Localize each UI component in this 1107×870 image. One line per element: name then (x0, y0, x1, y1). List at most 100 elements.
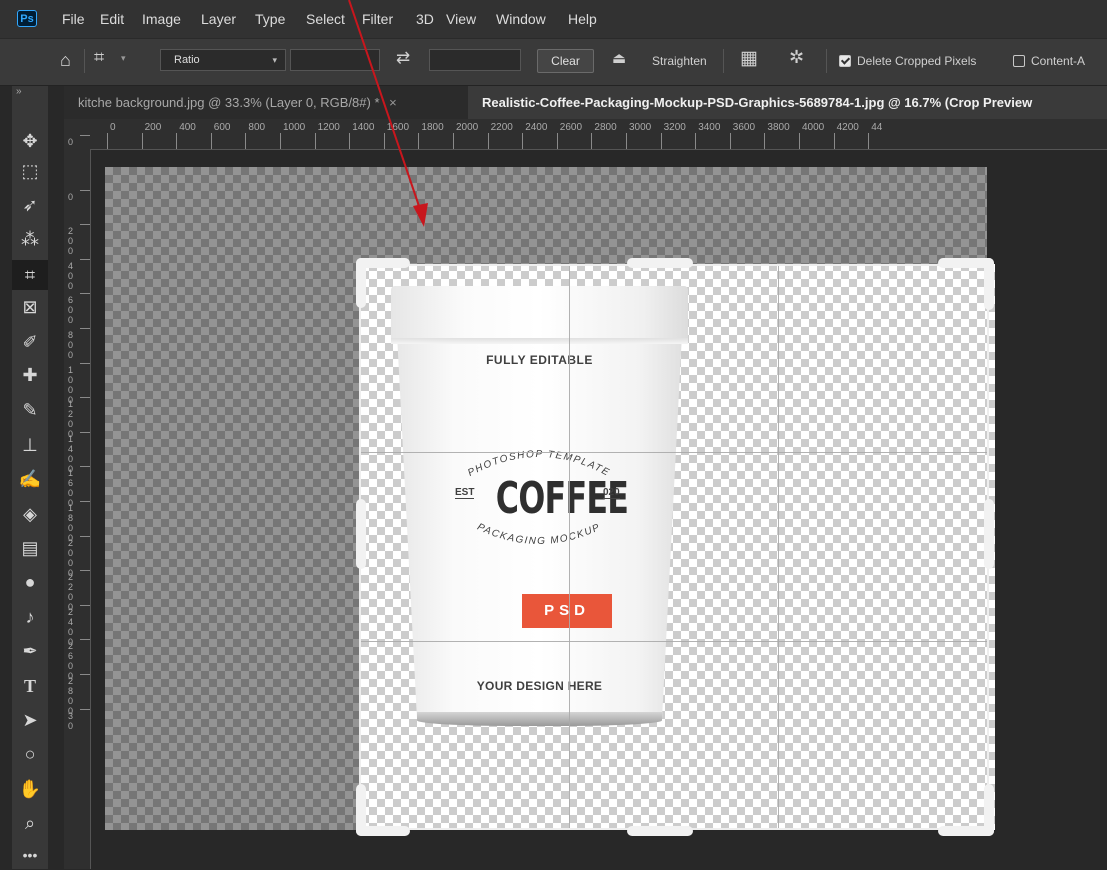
horizontal-ruler: 0 200 400 600 800 1000 1200 1400 1600 1800 2000 220… (64, 119, 1107, 150)
width-field[interactable] (290, 49, 380, 71)
menu-file[interactable]: File (62, 0, 85, 38)
hand-tool-icon[interactable]: ✋ (12, 774, 48, 804)
ruler-tick-label: 2000 (456, 122, 479, 133)
history-brush-tool-icon[interactable]: ✍ (12, 464, 48, 494)
chevron-down-icon[interactable]: ▾ (121, 53, 126, 64)
ratio-dropdown[interactable]: Ratio ▾ (160, 49, 286, 71)
content-aware-checkbox[interactable] (1013, 55, 1025, 67)
delete-cropped-label[interactable]: Delete Cropped Pixels (857, 49, 976, 73)
close-icon[interactable]: × (389, 95, 397, 110)
home-icon[interactable]: ⌂ (60, 50, 71, 71)
ruler-tick-label: 0 (110, 122, 116, 133)
menu-layer[interactable]: Layer (201, 0, 236, 38)
ellipse-tool-icon[interactable]: ○ (12, 739, 48, 769)
lasso-tool-icon[interactable]: ➶ (12, 190, 48, 220)
divider (723, 49, 724, 73)
dodge-tool-icon[interactable]: ♪ (12, 602, 48, 632)
eraser-tool-icon[interactable]: ◈ (12, 499, 48, 529)
divider (826, 49, 827, 73)
tab-kitchen-background[interactable]: kitche background.jpg @ 33.3% (Layer 0, … (64, 86, 472, 119)
clone-stamp-tool-icon[interactable]: ⊥ (12, 430, 48, 460)
ruler-tick (80, 189, 90, 191)
crop-tool-icon[interactable]: ⌗ (12, 260, 48, 290)
crop-handle-top-right[interactable] (984, 258, 994, 310)
crop-tool-preset-icon[interactable]: ⌗ (94, 47, 104, 68)
ruler-tick-label: 0 (68, 137, 74, 147)
move-tool-icon[interactable]: ✥ (12, 126, 48, 156)
pen-tool-icon[interactable]: ✒ (12, 636, 48, 666)
ruler-tick-label: 44 (871, 122, 883, 133)
clear-button[interactable]: Clear (537, 49, 594, 73)
straighten-label[interactable]: Straighten (652, 49, 707, 73)
ruler-tick (453, 133, 454, 149)
ruler-tick (80, 501, 90, 502)
crop-handle-bottom-right[interactable] (984, 784, 994, 836)
crop-grid-line (569, 266, 570, 828)
height-field[interactable] (429, 49, 521, 71)
ruler-tick-label: 400 (68, 260, 74, 291)
crop-shield-top (105, 167, 987, 264)
ruler-tick-label: 600 (213, 122, 231, 133)
path-selection-tool-icon[interactable]: ➤ (12, 705, 48, 735)
zoom-tool-icon[interactable]: ⌕ (12, 808, 48, 838)
ruler-tick-label: 0 (68, 191, 74, 202)
ruler-tick (80, 293, 90, 295)
eyedropper-tool-icon[interactable]: ✐ (12, 327, 48, 357)
ruler-tick (626, 133, 627, 149)
gear-icon[interactable]: ✲ (789, 47, 804, 68)
frame-tool-icon[interactable]: ⊠ (12, 292, 48, 322)
marquee-tool-icon[interactable]: ⬚ (12, 156, 48, 186)
crop-handle-left[interactable] (356, 499, 366, 569)
menu-3d[interactable]: 3D (416, 0, 434, 38)
menu-help[interactable]: Help (568, 0, 597, 38)
brush-tool-icon[interactable]: ✎ (12, 395, 48, 425)
healing-brush-tool-icon[interactable]: ✚ (12, 360, 48, 390)
straighten-icon[interactable]: ⏏ (612, 49, 626, 67)
content-aware-label[interactable]: Content-A (1031, 49, 1085, 73)
ruler-tick (695, 133, 697, 149)
ruler-tick (591, 133, 593, 149)
crop-handle-right[interactable] (984, 499, 994, 569)
ruler-tick (80, 674, 90, 675)
ruler-tick (80, 397, 90, 399)
menu-filter[interactable]: Filter (362, 0, 393, 38)
menu-window[interactable]: Window (496, 0, 546, 38)
ruler-tick-label: 2400 (525, 122, 548, 133)
ruler-tick-label: 1600 (386, 122, 410, 133)
overlay-grid-icon[interactable]: ▦ (740, 47, 758, 70)
more-tools-icon[interactable]: ••• (12, 840, 48, 870)
type-tool-icon[interactable]: T (12, 671, 48, 701)
menu-select[interactable]: Select (306, 0, 345, 38)
ruler-tick-label: 2200 (490, 122, 513, 133)
crop-handle-bottom[interactable] (627, 826, 693, 836)
divider (84, 49, 85, 73)
gradient-tool-icon[interactable]: ▤ (12, 533, 48, 563)
crop-frame[interactable] (359, 264, 989, 830)
blur-tool-icon[interactable]: ● (12, 567, 48, 597)
menu-edit[interactable]: Edit (100, 0, 124, 38)
menu-type[interactable]: Type (255, 0, 285, 38)
ruler-tick (80, 362, 90, 364)
ruler-tick-label: 400 (179, 122, 196, 133)
crop-handle-top[interactable] (627, 258, 693, 268)
crop-handle-bottom-left[interactable] (356, 826, 410, 836)
vertical-ruler: 0 0 200 400 600 800 1000 1200 1400 1600 1800 2000 22… (64, 135, 91, 869)
ruler-tick-label: 1800 (421, 122, 444, 133)
menu-view[interactable]: View (446, 0, 476, 38)
menu-image[interactable]: Image (142, 0, 181, 38)
crop-grid-line (778, 266, 779, 828)
ruler-tick (556, 133, 558, 149)
tab-coffee-mockup[interactable]: Realistic-Coffee-Packaging-Mockup-PSD-Gr… (468, 86, 1107, 119)
magic-wand-tool-icon[interactable]: ⁂ (12, 224, 48, 254)
ruler-tick (80, 639, 90, 641)
document-tabs: kitche background.jpg @ 33.3% (Layer 0, … (64, 86, 1107, 119)
ruler-tick (80, 431, 90, 433)
panel-collapse-icon[interactable]: » (12, 86, 48, 102)
crop-grid-line (361, 641, 987, 642)
ruler-tick-label: 4000 (802, 122, 825, 133)
crop-handle-top-left[interactable] (356, 258, 366, 308)
ruler-tick (80, 466, 90, 468)
ruler-tick-label: 200 (144, 122, 162, 133)
delete-cropped-checkbox[interactable] (839, 55, 851, 67)
swap-icon[interactable]: ⇄ (396, 48, 410, 68)
